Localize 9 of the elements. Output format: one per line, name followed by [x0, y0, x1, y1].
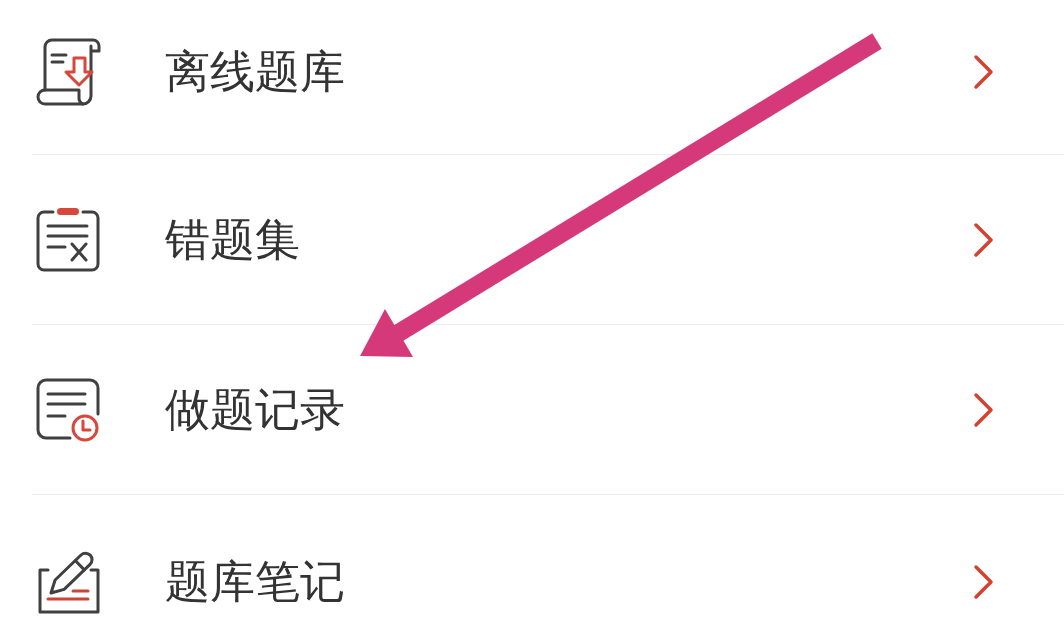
menu-item[interactable]: 题库笔记	[32, 495, 1064, 639]
menu-item[interactable]: 离线题库	[32, 0, 1064, 155]
scroll-download-icon	[35, 37, 101, 106]
chevron-right-icon	[972, 391, 996, 428]
chevron-right-icon	[972, 53, 996, 90]
menu-item[interactable]: 错题集	[32, 155, 1064, 325]
chevron-right-icon	[972, 564, 996, 600]
chevron-right-icon	[972, 221, 996, 258]
clipboard-x-icon	[35, 205, 101, 274]
